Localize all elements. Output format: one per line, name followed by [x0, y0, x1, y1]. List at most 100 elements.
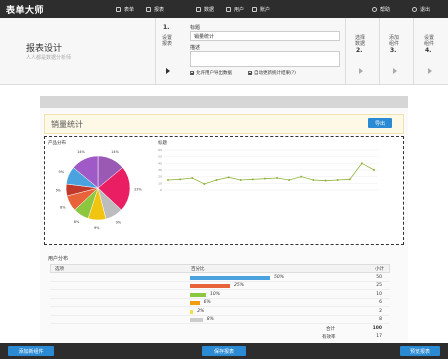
table-row: 2% 2: [50, 308, 390, 316]
report-title-bar[interactable]: 销量统计: [44, 114, 404, 134]
table-icon: [116, 6, 121, 12]
y-tick-label: 0: [160, 188, 162, 192]
pie-slice-label: 14%: [111, 150, 119, 154]
count-value: 8: [379, 317, 382, 322]
step-label: 选择 数据: [355, 35, 366, 47]
line-point: [215, 179, 218, 181]
line-series: [167, 162, 375, 185]
nav-item-users[interactable]: 用户: [226, 5, 244, 13]
total-value: 100: [372, 326, 382, 331]
line-point: [336, 179, 339, 181]
page-header: 报表设计 人人都是数据分析师 1. 设置 报表 标题 销量统计 描述 允许用户导出…: [0, 18, 448, 85]
line-point: [191, 177, 194, 179]
account-icon: [252, 6, 257, 12]
line-point: [263, 177, 266, 180]
wizard-step-4[interactable]: 设置 组件 4.: [413, 18, 448, 84]
percent-bar: [190, 284, 230, 289]
line-point: [348, 178, 351, 181]
line-point: [203, 183, 206, 185]
report-description-input[interactable]: [190, 51, 340, 67]
line-point: [312, 179, 315, 181]
line-point: [227, 176, 230, 179]
nav-label: 数据: [204, 6, 215, 13]
play-icon[interactable]: [393, 68, 397, 74]
table-header: 选项 百分比 小计: [50, 264, 390, 273]
table-row: 6% 6: [50, 299, 390, 308]
table-row: 8% 8: [50, 316, 390, 324]
line-point: [251, 178, 254, 181]
pie-slice-label: 14%: [77, 150, 85, 154]
wizard-step-1: 1. 设置 报表 标题 销量统计 描述 允许用户导出数据 自动更新统计结果(?): [155, 18, 346, 84]
help-link[interactable]: 帮助: [372, 5, 390, 13]
percent-bar: [190, 318, 203, 322]
count-value: 25: [376, 283, 382, 289]
nav-item-data[interactable]: 数据: [196, 5, 214, 13]
percent-label: 10%: [210, 291, 221, 297]
wizard-step-3[interactable]: 添加 组件 3.: [379, 18, 414, 84]
pie-slice-label: 9%: [59, 170, 65, 174]
table-row: 10% 10: [50, 291, 390, 299]
nav-item-forms[interactable]: 表单: [116, 5, 134, 13]
y-tick-label: 40: [158, 161, 162, 165]
report-title-input[interactable]: 销量统计: [190, 31, 340, 41]
line-point: [288, 179, 291, 181]
nav-label: 账户: [260, 6, 271, 13]
add-component-button[interactable]: 添加新组件: [8, 346, 54, 356]
logout-label: 退出: [420, 6, 431, 13]
pie-slice-label: 6%: [56, 189, 62, 193]
chart-icon: [146, 6, 151, 12]
help-icon: [372, 6, 377, 12]
allow-export-checkbox[interactable]: 允许用户导出数据: [190, 70, 232, 76]
play-icon[interactable]: [166, 68, 170, 74]
play-icon[interactable]: [359, 68, 363, 74]
count-value: 10: [376, 291, 382, 297]
count-value: 6: [379, 300, 382, 306]
percent-label: 25%: [234, 283, 245, 289]
table-row: 25% 25: [50, 282, 390, 291]
nav-item-account[interactable]: 账户: [252, 5, 270, 13]
col-option: 选项: [55, 267, 64, 272]
footer-bar: 添加新组件 保存报表 预览报表: [0, 343, 448, 359]
percent-label: 50%: [274, 275, 285, 280]
users-icon: [226, 6, 231, 12]
auto-update-checkbox[interactable]: 自动更新统计结果(?): [248, 70, 296, 76]
total-label: 合计: [326, 327, 335, 332]
brand-logo[interactable]: 表单大师: [6, 3, 44, 16]
checkbox-label: 允许用户导出数据: [196, 71, 232, 76]
percent-bar: [190, 276, 270, 280]
percent-label: 2%: [197, 308, 205, 314]
line-point: [373, 169, 375, 171]
page-subtitle: 人人都是数据分析师: [26, 55, 72, 61]
step-label: 添加 组件: [389, 35, 400, 47]
canvas-header-strip: [40, 96, 408, 108]
data-icon: [196, 6, 201, 12]
preview-report-button[interactable]: 预览报表: [400, 346, 440, 356]
count-value: 50: [376, 275, 382, 280]
description-field-label: 描述: [190, 45, 201, 51]
wizard-step-2[interactable]: 选择 数据 2.: [345, 18, 380, 84]
col-count: 小计: [375, 267, 384, 272]
save-report-button[interactable]: 保存报表: [202, 346, 246, 356]
table-row: 50% 50: [50, 274, 390, 282]
export-button[interactable]: 导出: [368, 118, 392, 128]
play-icon[interactable]: [428, 68, 432, 74]
logout-link[interactable]: 退出: [412, 5, 430, 13]
line-point: [179, 178, 182, 181]
pie-slice-label: 8%: [74, 220, 80, 224]
total-row: 合计 100: [50, 325, 390, 333]
report-title: 销量统计: [51, 120, 83, 129]
checkbox-icon: [248, 71, 252, 75]
pie-chart: 14% 23% 9% 9% 8% 8% 6% 9% 14%: [56, 150, 143, 230]
pie-slice-label: 23%: [134, 187, 142, 191]
valid-label: 有效率: [322, 335, 336, 340]
valid-value: 17: [376, 334, 382, 339]
y-tick-label: 20: [158, 175, 162, 179]
step-label: 设置 报表: [162, 35, 173, 47]
percent-label: 8%: [206, 317, 214, 322]
nav-item-reports[interactable]: 报表: [146, 5, 164, 13]
col-percent: 百分比: [191, 267, 205, 272]
page-title: 报表设计: [26, 44, 63, 54]
line-point: [276, 177, 279, 179]
y-tick-label: 30: [158, 168, 162, 172]
y-tick-label: 10: [158, 181, 162, 185]
